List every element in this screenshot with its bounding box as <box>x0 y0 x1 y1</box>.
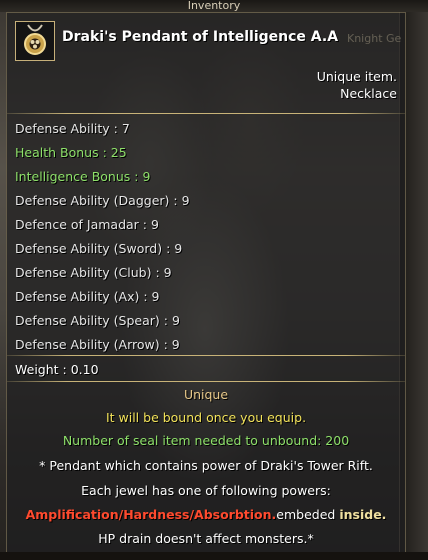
description-line-1: * Pendant which contains power of Draki'… <box>39 458 373 473</box>
divider-bottom <box>7 381 405 382</box>
item-grade: Unique <box>183 387 229 402</box>
stat-line: Defense Ability (Sword) : 9 <box>15 241 183 256</box>
pendant-icon <box>15 21 55 61</box>
divider-top <box>7 113 405 114</box>
description-line-3: Amplification/Hardness/Absorbtion.embede… <box>7 507 405 522</box>
tooltip-header: Draki's Pendant of Intelligence A.A Knig… <box>7 19 405 101</box>
bottom-strip <box>0 552 428 560</box>
item-tooltip: Draki's Pendant of Intelligence A.A Knig… <box>6 12 406 554</box>
item-name: Draki's Pendant of Intelligence A.A <box>62 29 339 45</box>
embeded-text: embeded <box>276 507 336 522</box>
item-rarity: Unique item. <box>316 69 397 84</box>
stat-line: Defense Ability (Spear) : 9 <box>15 313 180 328</box>
inside-text: inside. <box>339 507 387 522</box>
stat-line: Intelligence Bonus : 9 <box>15 169 151 184</box>
background-label: Knight Ge <box>347 32 402 45</box>
stat-line: Defense Ability (Dagger) : 9 <box>15 193 190 208</box>
powers-text: Amplification/Hardness/Absorbtion. <box>25 507 277 522</box>
stat-line: Health Bonus : 25 <box>15 145 127 160</box>
window-title: Inventory <box>187 0 241 12</box>
inventory-title-bar: Inventory <box>0 0 428 12</box>
stat-line: Defense Ability (Club) : 9 <box>15 265 172 280</box>
stat-line: Defense Ability (Ax) : 9 <box>15 289 160 304</box>
bind-notice: It will be bound once you equip. <box>105 410 307 425</box>
stat-line: Defence of Jamadar : 9 <box>15 217 159 232</box>
item-type: Necklace <box>340 86 397 101</box>
divider-weight <box>7 355 405 356</box>
description-line-2: Each jewel has one of following powers: <box>81 483 331 498</box>
description-line-4: HP drain doesn't affect monsters.* <box>98 531 314 546</box>
stat-line: Defense Ability (Arrow) : 9 <box>15 337 180 352</box>
seal-requirement: Number of seal item needed to unbound: 2… <box>62 433 350 448</box>
stat-line: Defense Ability : 7 <box>15 121 130 136</box>
item-weight: Weight : 0.10 <box>15 362 99 377</box>
stat-list: Defense Ability : 7 Health Bonus : 25 In… <box>15 121 190 361</box>
